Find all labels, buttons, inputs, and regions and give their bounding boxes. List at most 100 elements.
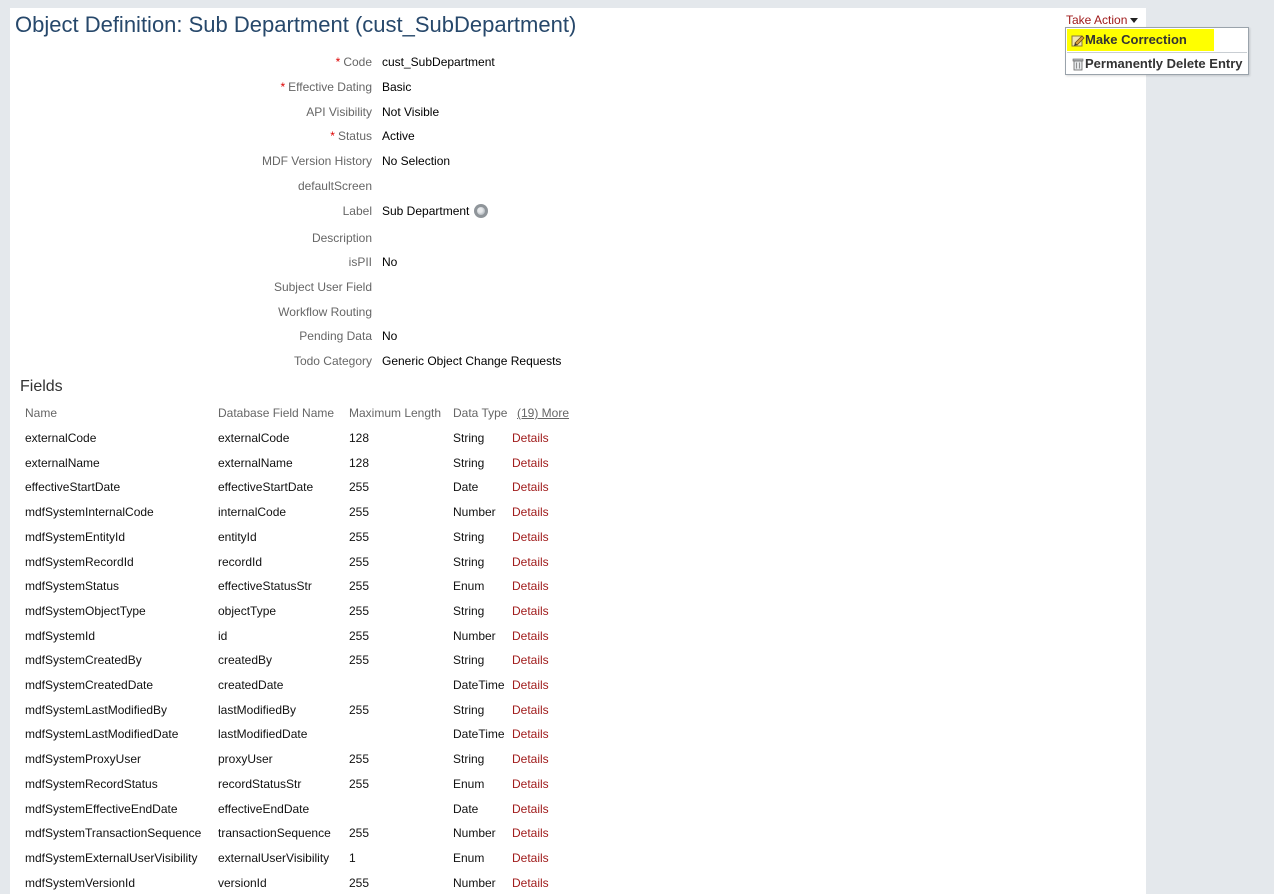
- cell-data-type: String: [453, 456, 485, 470]
- form-label: Label: [343, 204, 372, 218]
- cell-maximum-length: 255: [349, 777, 370, 791]
- form-row: isPII No: [0, 255, 1274, 271]
- cell-name: externalCode: [25, 431, 97, 445]
- caret-down-icon: [1130, 18, 1139, 24]
- form-value-text: cust_SubDepartment: [382, 55, 495, 69]
- form-row: Workflow Routing: [0, 305, 1274, 321]
- details-link[interactable]: Details: [512, 530, 549, 544]
- cell-name: mdfSystemLastModifiedDate: [25, 727, 179, 741]
- cell-database-field-name: createdDate: [218, 678, 284, 692]
- cell-database-field-name: externalCode: [218, 431, 290, 445]
- cell-maximum-length: 255: [349, 876, 370, 890]
- details-link[interactable]: Details: [512, 480, 549, 494]
- cell-data-type: Date: [453, 480, 479, 494]
- details-link[interactable]: Details: [512, 629, 549, 643]
- column-header-maximum-length: Maximum Length: [349, 406, 442, 420]
- details-link[interactable]: Details: [512, 876, 549, 890]
- details-link[interactable]: Details: [512, 653, 549, 667]
- details-link[interactable]: Details: [512, 555, 549, 569]
- cell-database-field-name: id: [218, 629, 228, 643]
- cell-name: mdfSystemLastModifiedBy: [25, 703, 168, 717]
- form-value: Active: [382, 129, 415, 143]
- details-link[interactable]: Details: [512, 777, 549, 791]
- form-label: API Visibility: [306, 105, 372, 119]
- form-label-text: defaultScreen: [297, 179, 372, 193]
- cell-database-field-name: createdBy: [218, 653, 273, 667]
- form-row: defaultScreen: [0, 179, 1274, 195]
- cell-maximum-length: 255: [349, 555, 370, 569]
- cell-name: mdfSystemRecordId: [25, 555, 134, 569]
- cell-maximum-length: 255: [349, 530, 370, 544]
- form-label: defaultScreen: [298, 179, 372, 193]
- details-link[interactable]: Details: [512, 505, 549, 519]
- take-action-button[interactable]: Take Action: [1066, 13, 1139, 27]
- cell-name: mdfSystemProxyUser: [25, 752, 142, 766]
- cell-name: externalName: [25, 456, 100, 470]
- form-row: Todo Category Generic Object Change Reque…: [0, 354, 1274, 370]
- form-label: Pending Data: [299, 329, 372, 343]
- cell-data-type: String: [453, 752, 485, 766]
- cell-data-type: String: [453, 604, 485, 618]
- cell-database-field-name: recordId: [218, 555, 263, 569]
- cell-database-field-name: versionId: [218, 876, 267, 890]
- form-value: Basic: [382, 80, 411, 94]
- cell-database-field-name: externalName: [218, 456, 293, 470]
- details-link[interactable]: Details: [512, 826, 549, 840]
- details-link[interactable]: Details: [512, 579, 549, 593]
- cell-maximum-length: 255: [349, 505, 370, 519]
- cell-maximum-length: 255: [349, 604, 370, 618]
- form-label-text: Pending Data: [299, 329, 372, 343]
- form-label: Workflow Routing: [278, 305, 372, 319]
- globe-icon[interactable]: [474, 203, 489, 218]
- cell-name: mdfSystemId: [25, 629, 96, 643]
- column-header-data-type: Data Type: [453, 406, 508, 420]
- take-action-label: Take Action: [1066, 13, 1128, 27]
- details-link[interactable]: Details: [512, 431, 549, 445]
- form-row: API Visibility Not Visible: [0, 105, 1274, 121]
- form-label-text: MDF Version History: [261, 154, 372, 168]
- details-link[interactable]: Details: [512, 727, 549, 741]
- form-row: * Effective Dating Basic: [0, 80, 1274, 96]
- form-value-text: No: [382, 255, 398, 269]
- form-label: Todo Category: [294, 354, 372, 368]
- cell-name: mdfSystemRecordStatus: [25, 777, 158, 791]
- form-value: Sub Department: [382, 203, 489, 219]
- column-header-database-field-name: Database Field Name: [218, 406, 335, 420]
- cell-maximum-length: 1: [349, 851, 356, 865]
- cell-database-field-name: externalUserVisibility: [218, 851, 330, 865]
- form-label: Subject User Field: [274, 280, 372, 294]
- column-header-name: Name: [25, 406, 58, 420]
- cell-data-type: Enum: [453, 851, 485, 865]
- cell-name: mdfSystemTransactionSequence: [25, 826, 202, 840]
- cell-maximum-length: 255: [349, 653, 370, 667]
- cell-data-type: Number: [453, 876, 496, 890]
- cell-data-type: String: [453, 530, 485, 544]
- cell-data-type: Number: [453, 505, 496, 519]
- form-label-text: Label: [342, 204, 372, 218]
- cell-database-field-name: transactionSequence: [218, 826, 331, 840]
- page-title: Object Definition: Sub Department (cust_…: [15, 12, 577, 37]
- menu-item-make-correction[interactable]: Make Correction: [1067, 29, 1214, 51]
- cell-name: effectiveStartDate: [25, 480, 121, 494]
- form-value-text: Sub Department: [382, 204, 470, 218]
- cell-maximum-length: 255: [349, 480, 370, 494]
- cell-maximum-length: 255: [349, 703, 370, 717]
- details-link[interactable]: Details: [512, 604, 549, 618]
- form-label-text: Code: [343, 55, 372, 69]
- cell-name: mdfSystemStatus: [25, 579, 120, 593]
- details-link[interactable]: Details: [512, 802, 549, 816]
- details-link[interactable]: Details: [512, 703, 549, 717]
- form-value-text: Active: [382, 129, 415, 143]
- details-link[interactable]: Details: [512, 752, 549, 766]
- details-link[interactable]: Details: [512, 456, 549, 470]
- cell-maximum-length: 255: [349, 752, 370, 766]
- cell-data-type: Number: [453, 826, 496, 840]
- details-link[interactable]: Details: [512, 851, 549, 865]
- cell-data-type: Enum: [453, 579, 485, 593]
- more-columns-link[interactable]: (19) More: [517, 406, 569, 420]
- details-link[interactable]: Details: [512, 678, 549, 692]
- cell-name: mdfSystemCreatedDate: [25, 678, 154, 692]
- form-label-text: Todo Category: [293, 354, 372, 368]
- cell-database-field-name: effectiveStatusStr: [218, 579, 312, 593]
- form-value: Not Visible: [382, 105, 439, 119]
